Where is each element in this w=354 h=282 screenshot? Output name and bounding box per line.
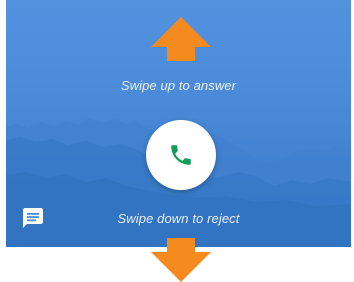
swipe-down-arrow-icon [151,238,211,282]
swipe-up-hint: Swipe up to answer [120,78,237,93]
phone-icon [171,145,191,165]
swipe-down-hint: Swipe down to reject [117,211,240,226]
swipe-up-arrow-icon [151,17,211,61]
answer-call-button[interactable] [146,120,216,190]
incoming-call-screen: Swipe up to answer Swipe down to reject [0,0,354,282]
